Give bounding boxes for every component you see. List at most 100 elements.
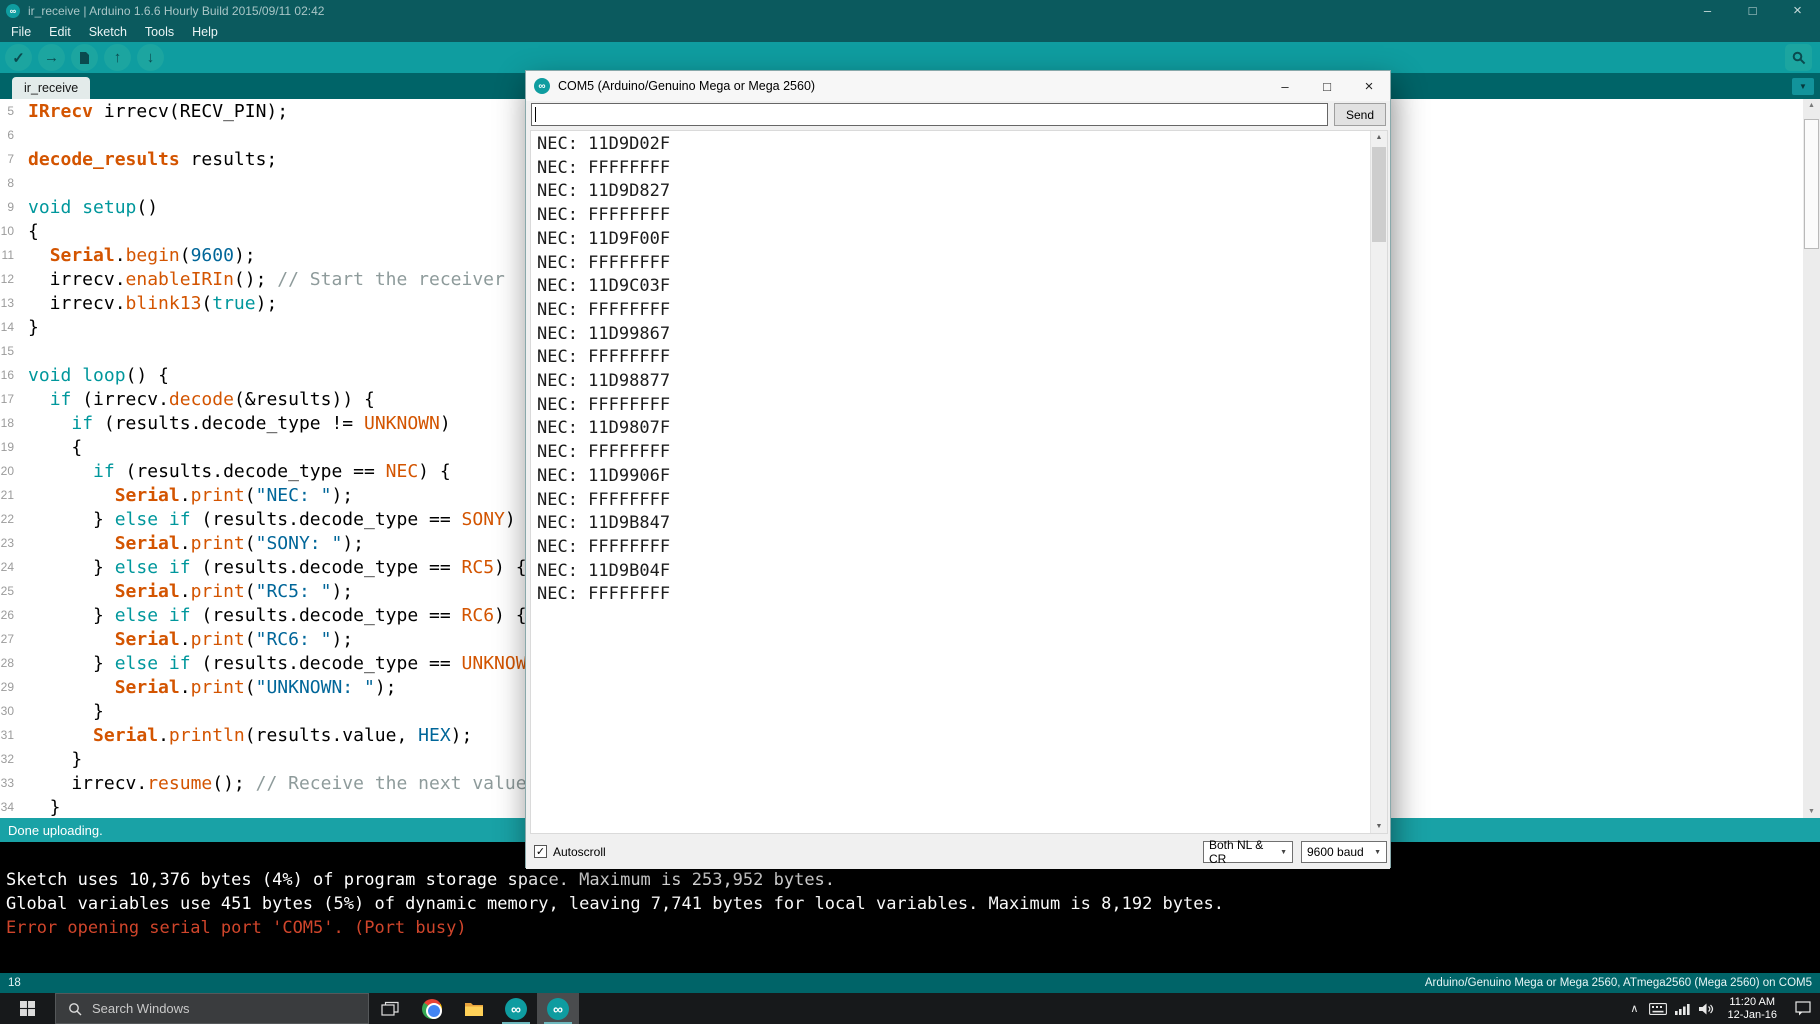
line-number: 27 (0, 632, 22, 646)
serial-input[interactable] (531, 103, 1328, 126)
new-sketch-button[interactable] (71, 44, 98, 71)
taskbar: Search Windows ∞ ∞ ∧ (0, 993, 1820, 1024)
editor-scrollbar-thumb[interactable] (1804, 119, 1819, 249)
line-number: 15 (0, 344, 22, 358)
line-number: 20 (0, 464, 22, 478)
arduino-icon: ∞ (547, 998, 569, 1020)
search-placeholder: Search Windows (92, 1001, 190, 1016)
start-button[interactable] (0, 993, 55, 1024)
serial-output-line: NEC: 11D99867 (537, 323, 1387, 347)
action-center-icon (1795, 1001, 1811, 1016)
serial-monitor-title-bar[interactable]: ∞ COM5 (Arduino/Genuino Mega or Mega 256… (526, 71, 1390, 101)
menu-item-sketch[interactable]: Sketch (80, 25, 136, 39)
menu-bar: FileEditSketchToolsHelp (0, 21, 1820, 42)
volume-button[interactable] (1694, 993, 1718, 1024)
editor-scrollbar[interactable]: ▲ ▼ (1803, 99, 1820, 818)
send-button[interactable]: Send (1334, 103, 1386, 126)
file-explorer-taskbar-icon[interactable] (453, 993, 495, 1024)
board-info: Arduino/Genuino Mega or Mega 2560, ATmeg… (1425, 977, 1812, 989)
scroll-up-icon[interactable]: ▲ (1803, 102, 1820, 109)
chevron-down-icon: ▼ (1280, 849, 1287, 856)
line-number: 22 (0, 512, 22, 526)
scroll-up-icon[interactable]: ▲ (1371, 134, 1387, 141)
menu-item-help[interactable]: Help (183, 25, 227, 39)
maximize-button[interactable]: □ (1306, 71, 1348, 101)
line-number: 28 (0, 656, 22, 670)
serial-output-line: NEC: FFFFFFFF (537, 346, 1387, 370)
serial-monitor-button[interactable] (1785, 44, 1812, 71)
arduino-app-icon: ∞ (6, 4, 20, 18)
task-view-button[interactable] (369, 993, 411, 1024)
line-number: 11 (0, 248, 22, 262)
verify-button[interactable]: ✓ (5, 44, 32, 71)
serial-output-line: NEC: 11D98877 (537, 370, 1387, 394)
line-number: 34 (0, 800, 22, 814)
line-number: 32 (0, 752, 22, 766)
send-button-label: Send (1346, 108, 1374, 122)
line-number: 29 (0, 680, 22, 694)
maximize-button[interactable]: □ (1730, 0, 1775, 21)
touch-keyboard-button[interactable] (1646, 993, 1670, 1024)
tray-expand-button[interactable]: ∧ (1622, 993, 1646, 1024)
serial-output-line: NEC: 11D9B04F (537, 560, 1387, 584)
scroll-down-icon[interactable]: ▼ (1803, 808, 1820, 815)
scroll-down-icon[interactable]: ▼ (1371, 823, 1387, 830)
chevron-down-icon: ▼ (1374, 849, 1381, 856)
network-button[interactable] (1670, 993, 1694, 1024)
line-number: 25 (0, 584, 22, 598)
minimize-button[interactable]: – (1264, 71, 1306, 101)
new-document-icon (79, 51, 90, 65)
taskbar-search[interactable]: Search Windows (55, 993, 369, 1024)
window-title: ir_receive | Arduino 1.6.6 Hourly Build … (28, 4, 324, 18)
arduino-app-icon: ∞ (534, 78, 550, 94)
serial-output-line: NEC: 11D9906F (537, 465, 1387, 489)
arduino-taskbar-icon-1[interactable]: ∞ (495, 993, 537, 1024)
taskbar-clock[interactable]: 11:20 AM 12-Jan-16 (1718, 993, 1786, 1024)
close-button[interactable]: × (1348, 71, 1390, 101)
serial-output: ▲ ▼ NEC: 11D9D02FNEC: FFFFFFFFNEC: 11D9D… (530, 130, 1388, 834)
line-number: 16 (0, 368, 22, 382)
menu-item-tools[interactable]: Tools (136, 25, 183, 39)
serial-output-scrollbar[interactable]: ▲ ▼ (1370, 131, 1387, 833)
arrow-down-icon: ↓ (147, 49, 155, 66)
minimize-button[interactable]: – (1685, 0, 1730, 21)
line-number: 31 (0, 728, 22, 742)
serial-scrollbar-thumb[interactable] (1372, 147, 1386, 242)
check-icon: ✓ (12, 49, 25, 67)
tab-menu-button[interactable]: ▼ (1792, 78, 1814, 95)
upload-button[interactable]: → (38, 44, 65, 71)
baud-rate-value: 9600 baud (1307, 845, 1364, 859)
serial-output-line: NEC: FFFFFFFF (537, 204, 1387, 228)
menu-item-file[interactable]: File (2, 25, 40, 39)
save-button[interactable]: ↓ (137, 44, 164, 71)
serial-output-line: NEC: FFFFFFFF (537, 489, 1387, 513)
line-ending-select[interactable]: Both NL & CR ▼ (1203, 841, 1293, 863)
serial-output-line: NEC: 11D9B847 (537, 512, 1387, 536)
serial-output-line: NEC: FFFFFFFF (537, 583, 1387, 607)
serial-output-line: NEC: 11D9D827 (537, 180, 1387, 204)
baud-rate-select[interactable]: 9600 baud ▼ (1301, 841, 1387, 863)
autoscroll-checkbox[interactable]: ✓ (534, 845, 547, 858)
autoscroll-label: Autoscroll (553, 845, 606, 859)
console-line: Global variables use 451 bytes (5%) of d… (6, 892, 1820, 916)
menu-item-edit[interactable]: Edit (40, 25, 80, 39)
toolbar: ✓ → ↑ ↓ (0, 42, 1820, 73)
line-number: 21 (0, 488, 22, 502)
line-number: 19 (0, 440, 22, 454)
serial-output-line: NEC: FFFFFFFF (537, 441, 1387, 465)
open-button[interactable]: ↑ (104, 44, 131, 71)
line-number: 23 (0, 536, 22, 550)
serial-output-line: NEC: 11D9807F (537, 417, 1387, 441)
status-message: Done uploading. (8, 823, 103, 838)
tab-ir-receive[interactable]: ir_receive (12, 77, 90, 99)
action-center-button[interactable] (1786, 993, 1820, 1024)
serial-monitor-window: ∞ COM5 (Arduino/Genuino Mega or Mega 256… (525, 70, 1391, 868)
close-button[interactable]: × (1775, 0, 1820, 21)
chrome-icon (422, 999, 442, 1019)
arduino-taskbar-icon-2[interactable]: ∞ (537, 993, 579, 1024)
line-number: 5 (0, 104, 22, 118)
chrome-taskbar-icon[interactable] (411, 993, 453, 1024)
task-view-icon (381, 1001, 399, 1017)
line-number: 10 (0, 224, 22, 238)
windows-logo-icon (20, 1001, 35, 1016)
